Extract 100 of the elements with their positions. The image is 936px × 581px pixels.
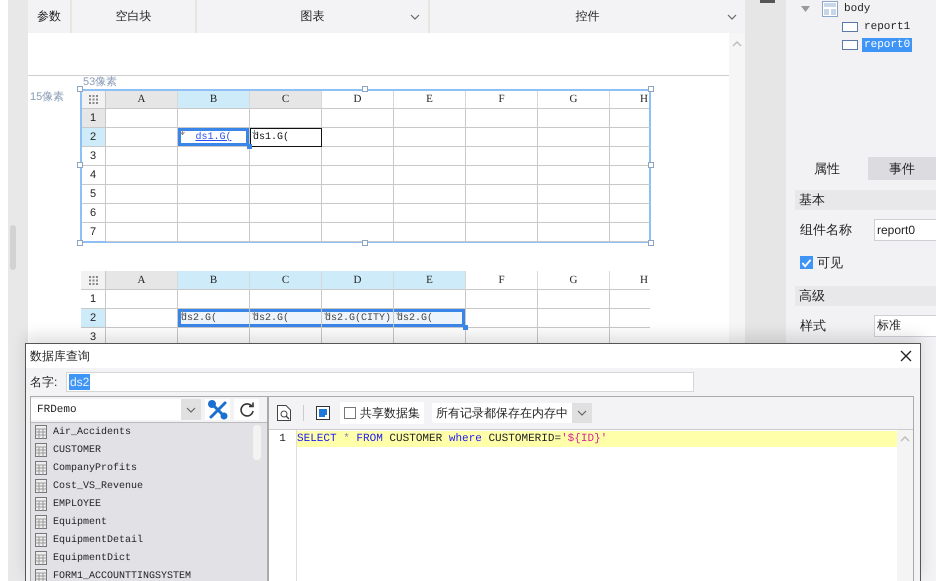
table-cell[interactable] — [322, 128, 394, 147]
list-item[interactable]: EquipmentDict — [31, 549, 251, 567]
resize-handle[interactable] — [77, 86, 83, 92]
row-header[interactable]: 1 — [81, 290, 106, 309]
column-header[interactable]: B — [178, 271, 250, 290]
list-item[interactable]: EMPLOYEE — [31, 495, 251, 513]
table-cell[interactable] — [178, 204, 250, 223]
table-cell[interactable] — [538, 185, 610, 204]
list-item[interactable]: Cost_VS_Revenue — [31, 477, 251, 495]
table-cell[interactable] — [466, 185, 538, 204]
table-cell[interactable] — [322, 185, 394, 204]
expand-triangle-icon[interactable] — [801, 6, 810, 12]
row-header[interactable]: 1 — [81, 109, 106, 128]
section-header[interactable]: 高级 — [795, 286, 936, 306]
table-cell[interactable] — [466, 290, 538, 309]
table-cell[interactable] — [466, 166, 538, 185]
table-cell[interactable] — [538, 290, 610, 309]
table-cell[interactable] — [538, 309, 610, 328]
list-item[interactable]: Equipment — [31, 513, 251, 531]
table-cell[interactable] — [394, 223, 466, 242]
connection-dropdown[interactable]: FRDemo — [31, 399, 201, 420]
table-cell[interactable] — [250, 166, 322, 185]
resize-handle[interactable] — [77, 240, 83, 246]
table-cell[interactable] — [106, 290, 178, 309]
table-cell[interactable] — [322, 166, 394, 185]
table-cell[interactable] — [394, 185, 466, 204]
fill-handle[interactable] — [463, 325, 468, 330]
table-cell[interactable] — [178, 185, 250, 204]
row-header[interactable]: 2 — [81, 128, 106, 147]
column-header[interactable]: D — [322, 90, 394, 109]
row-header[interactable]: 4 — [81, 166, 106, 185]
table-cell[interactable] — [106, 166, 178, 185]
list-item[interactable]: EquipmentDetail — [31, 531, 251, 549]
column-header[interactable]: A — [106, 90, 178, 109]
table-cell[interactable]: ds2.G(CITY) — [322, 309, 394, 328]
table-cell[interactable] — [538, 109, 610, 128]
table-cell[interactable]: ds1.G( — [178, 128, 250, 147]
table-cell[interactable]: ds2.G( — [250, 309, 322, 328]
report-grid[interactable]: A B C D E F G H 1 2 ds1.G( ds1.G( 3 4 5 6 7 — [81, 90, 650, 242]
table-cell[interactable] — [466, 223, 538, 242]
table-cell[interactable] — [394, 166, 466, 185]
input-field[interactable]: 标准 — [874, 314, 936, 336]
table-cell[interactable] — [250, 223, 322, 242]
column-header[interactable]: B — [178, 90, 250, 109]
checkbox[interactable] — [344, 407, 356, 419]
table-cell[interactable] — [178, 109, 250, 128]
table-cell[interactable] — [178, 166, 250, 185]
panel-icon[interactable] — [760, 0, 775, 3]
grid-icon[interactable] — [88, 94, 98, 104]
table-cell[interactable] — [106, 109, 178, 128]
row-header[interactable]: 5 — [81, 185, 106, 204]
resize-handle[interactable] — [648, 162, 654, 168]
table-cell[interactable] — [106, 128, 178, 147]
table-cell[interactable] — [106, 185, 178, 204]
input-field[interactable]: report0 — [874, 218, 936, 240]
table-cell[interactable] — [466, 109, 538, 128]
list-item[interactable]: CompanyProfits — [31, 459, 251, 477]
table-cell[interactable] — [466, 204, 538, 223]
table-cell[interactable] — [394, 128, 466, 147]
column-header[interactable]: C — [250, 271, 322, 290]
column-header[interactable]: D — [322, 271, 394, 290]
tab[interactable]: 事件 — [868, 157, 936, 180]
table-cell[interactable] — [178, 147, 250, 166]
preview-icon[interactable] — [277, 405, 291, 421]
table-cell[interactable] — [322, 109, 394, 128]
scrollbar[interactable] — [897, 430, 913, 581]
column-header[interactable]: G — [538, 90, 610, 109]
checkbox[interactable] — [800, 256, 813, 269]
table-cell[interactable] — [250, 109, 322, 128]
table-cell[interactable] — [538, 128, 610, 147]
table-cell[interactable] — [106, 147, 178, 166]
table-cell[interactable] — [394, 204, 466, 223]
table-cell[interactable]: ds2.G( — [178, 309, 250, 328]
tree-item[interactable]: body — [842, 2, 872, 16]
table-cell[interactable] — [106, 223, 178, 242]
column-header[interactable]: E — [394, 90, 466, 109]
close-icon[interactable] — [900, 350, 912, 362]
toolbar-tab[interactable]: 控件 — [430, 0, 745, 33]
tools-button[interactable] — [205, 399, 230, 420]
row-header[interactable]: 2 — [81, 309, 106, 328]
scroll-up-icon[interactable] — [900, 436, 910, 442]
section-header[interactable]: 基本 — [795, 190, 936, 210]
column-header[interactable]: E — [394, 271, 466, 290]
row-header[interactable]: 3 — [81, 147, 106, 166]
table-cell[interactable] — [250, 147, 322, 166]
save-icon[interactable] — [316, 406, 330, 420]
column-header[interactable]: A — [106, 271, 178, 290]
grid-icon[interactable] — [88, 276, 98, 284]
table-cell[interactable] — [106, 204, 178, 223]
table-cell[interactable] — [250, 204, 322, 223]
row-header[interactable]: 6 — [81, 204, 106, 223]
table-cell[interactable] — [322, 147, 394, 166]
table-cell[interactable] — [394, 109, 466, 128]
list-item[interactable]: CUSTOMER — [31, 441, 251, 459]
list-item[interactable]: FORM1_ACCOUNTTINGSYSTEM — [31, 567, 251, 581]
scroll-up-icon[interactable] — [732, 41, 742, 47]
resize-handle[interactable] — [648, 240, 654, 246]
fill-handle[interactable] — [247, 144, 252, 149]
resize-handle[interactable] — [362, 86, 368, 92]
table-cell[interactable] — [538, 166, 610, 185]
